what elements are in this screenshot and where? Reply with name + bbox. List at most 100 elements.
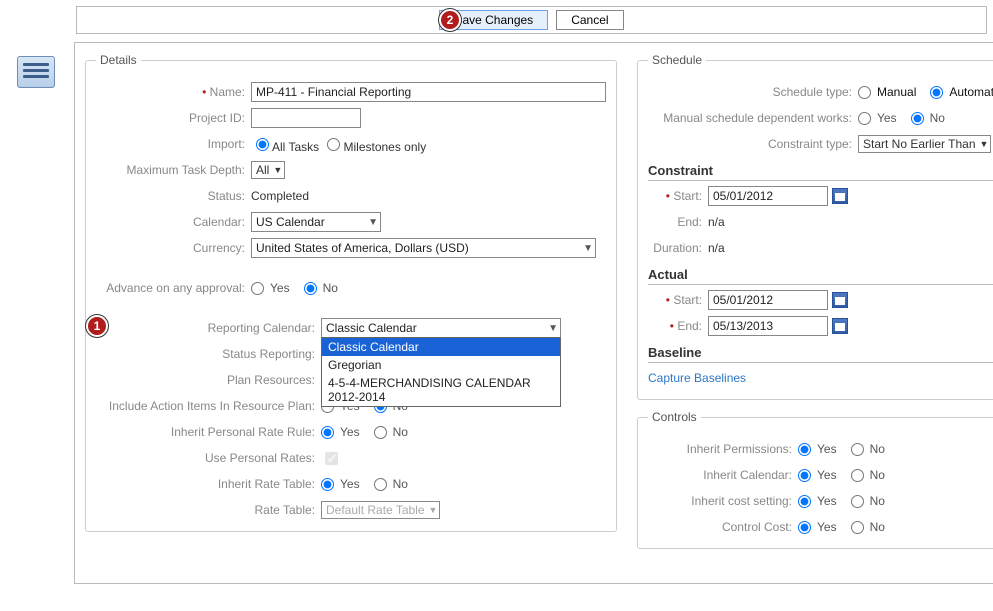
details-fieldset: Details Name: Project ID: Import: All Ta… bbox=[85, 53, 617, 532]
radio-ctrlcost-yes[interactable] bbox=[798, 521, 811, 534]
radio-personal-rate-no[interactable] bbox=[374, 426, 387, 439]
label-currency: Currency: bbox=[96, 241, 251, 255]
radio-cost-yes[interactable] bbox=[798, 495, 811, 508]
actual-start-field[interactable] bbox=[708, 290, 828, 310]
label-import: Import: bbox=[96, 137, 251, 151]
label-control-cost: Control Cost: bbox=[648, 520, 798, 534]
max-task-depth-value: All bbox=[256, 163, 269, 177]
option-454-merchandising[interactable]: 4-5-4-MERCHANDISING CALENDAR 2012-2014 bbox=[322, 374, 560, 406]
label-constraint-end: End: bbox=[648, 215, 708, 229]
currency-select[interactable]: United States of America, Dollars (USD) … bbox=[251, 238, 596, 258]
chevron-down-icon: ▼ bbox=[548, 323, 558, 334]
label-actual-start: Start: bbox=[648, 293, 708, 307]
radio-personal-rate-yes[interactable] bbox=[321, 426, 334, 439]
label-reporting-calendar: Reporting Calendar: bbox=[96, 321, 321, 335]
top-toolbar: 2 Save Changes Cancel bbox=[76, 6, 987, 34]
reporting-calendar-value: Classic Calendar bbox=[326, 321, 417, 335]
label-status-reporting: Status Reporting: bbox=[96, 347, 321, 361]
icon-column bbox=[6, 42, 66, 584]
actual-header: Actual bbox=[648, 267, 993, 285]
rate-table-value: Default Rate Table bbox=[326, 503, 425, 517]
radio-advance-yes[interactable] bbox=[251, 282, 264, 295]
calendar-icon[interactable] bbox=[832, 292, 848, 308]
label-advance: Advance on any approval: bbox=[96, 281, 251, 295]
constraint-header: Constraint bbox=[648, 163, 993, 181]
radio-perm-yes[interactable] bbox=[798, 443, 811, 456]
radio-perm-no[interactable] bbox=[851, 443, 864, 456]
label-inherit-personal-rate: Inherit Personal Rate Rule: bbox=[96, 425, 321, 439]
label-schedule-type: Schedule type: bbox=[648, 85, 858, 99]
label-calendar: Calendar: bbox=[96, 215, 251, 229]
chevron-down-icon: ▼ bbox=[980, 139, 989, 149]
main-panel: Details Name: Project ID: Import: All Ta… bbox=[74, 42, 993, 584]
label-duration: Duration: bbox=[648, 241, 708, 255]
reporting-calendar-select[interactable]: Classic Calendar ▼ Classic Calendar Greg… bbox=[321, 318, 561, 338]
label-inherit-permissions: Inherit Permissions: bbox=[648, 442, 798, 456]
label-project-id: Project ID: bbox=[96, 111, 251, 125]
option-gregorian[interactable]: Gregorian bbox=[322, 356, 560, 374]
label-manual-dep: Manual schedule dependent works: bbox=[648, 111, 858, 125]
radio-inherit-rate-yes[interactable] bbox=[321, 478, 334, 491]
capture-baselines-link[interactable]: Capture Baselines bbox=[648, 371, 746, 385]
max-task-depth-select[interactable]: All ▼ bbox=[251, 161, 285, 179]
radio-ctrlcost-no[interactable] bbox=[851, 521, 864, 534]
option-classic-calendar[interactable]: Classic Calendar bbox=[322, 338, 560, 356]
radio-cost-no[interactable] bbox=[851, 495, 864, 508]
radio-manualdep-no[interactable] bbox=[911, 112, 924, 125]
label-include-action-items: Include Action Items In Resource Plan: bbox=[96, 399, 321, 413]
calendar-select[interactable]: US Calendar ▼ bbox=[251, 212, 381, 232]
actual-end-field[interactable] bbox=[708, 316, 828, 336]
label-inherit-rate-table: Inherit Rate Table: bbox=[96, 477, 321, 491]
label-inherit-cost: Inherit cost setting: bbox=[648, 494, 798, 508]
radio-cal-yes[interactable] bbox=[798, 469, 811, 482]
radio-all-tasks[interactable] bbox=[256, 138, 269, 151]
radio-manual[interactable] bbox=[858, 86, 871, 99]
label-name: Name: bbox=[96, 85, 251, 99]
label-inherit-calendar: Inherit Calendar: bbox=[648, 468, 798, 482]
cancel-button[interactable]: Cancel bbox=[556, 10, 623, 30]
project-id-field[interactable] bbox=[251, 108, 361, 128]
label-rate-table: Rate Table: bbox=[96, 503, 321, 517]
document-icon[interactable] bbox=[17, 56, 55, 88]
details-legend: Details bbox=[96, 53, 141, 67]
label-actual-end: End: bbox=[648, 319, 708, 333]
constraint-end-value: n/a bbox=[708, 215, 725, 229]
radio-milestones-only[interactable] bbox=[327, 138, 340, 151]
chevron-down-icon: ▼ bbox=[368, 217, 378, 228]
label-constraint-start: Start: bbox=[648, 189, 708, 203]
controls-fieldset: Controls Inherit Permissions: Yes No Inh… bbox=[637, 410, 993, 549]
calendar-icon[interactable] bbox=[832, 188, 848, 204]
constraint-type-select[interactable]: Start No Earlier Than ▼ bbox=[858, 135, 991, 153]
rate-table-select[interactable]: Default Rate Table ▼ bbox=[321, 501, 440, 519]
name-field[interactable] bbox=[251, 82, 606, 102]
constraint-start-field[interactable] bbox=[708, 186, 828, 206]
radio-automatic[interactable] bbox=[930, 86, 943, 99]
status-value: Completed bbox=[251, 189, 309, 203]
constraint-type-value: Start No Earlier Than bbox=[863, 137, 976, 151]
schedule-fieldset: Schedule Schedule type: Manual Automatic… bbox=[637, 53, 993, 400]
calendar-icon[interactable] bbox=[832, 318, 848, 334]
chevron-down-icon: ▼ bbox=[273, 165, 282, 175]
checkbox-use-personal-rates bbox=[325, 452, 338, 465]
label-status: Status: bbox=[96, 189, 251, 203]
label-use-personal-rates: Use Personal Rates: bbox=[96, 451, 321, 465]
radio-manualdep-yes[interactable] bbox=[858, 112, 871, 125]
currency-value: United States of America, Dollars (USD) bbox=[256, 241, 469, 255]
label-plan-resources: Plan Resources: bbox=[96, 373, 321, 387]
label-max-task-depth: Maximum Task Depth: bbox=[96, 163, 251, 177]
duration-value: n/a bbox=[708, 241, 725, 255]
schedule-legend: Schedule bbox=[648, 53, 706, 67]
controls-legend: Controls bbox=[648, 410, 701, 424]
radio-cal-no[interactable] bbox=[851, 469, 864, 482]
radio-inherit-rate-no[interactable] bbox=[374, 478, 387, 491]
chevron-down-icon: ▼ bbox=[583, 243, 593, 254]
baseline-header: Baseline bbox=[648, 345, 993, 363]
label-constraint-type: Constraint type: bbox=[648, 137, 858, 151]
import-options: All Tasks Milestones only bbox=[251, 135, 426, 154]
radio-advance-no[interactable] bbox=[304, 282, 317, 295]
chevron-down-icon: ▼ bbox=[429, 505, 438, 515]
reporting-calendar-dropdown: Classic Calendar Gregorian 4-5-4-MERCHAN… bbox=[321, 337, 561, 407]
calendar-value: US Calendar bbox=[256, 215, 325, 229]
step-badge-1: 1 bbox=[86, 315, 108, 337]
step-badge-2: 2 bbox=[439, 9, 461, 31]
